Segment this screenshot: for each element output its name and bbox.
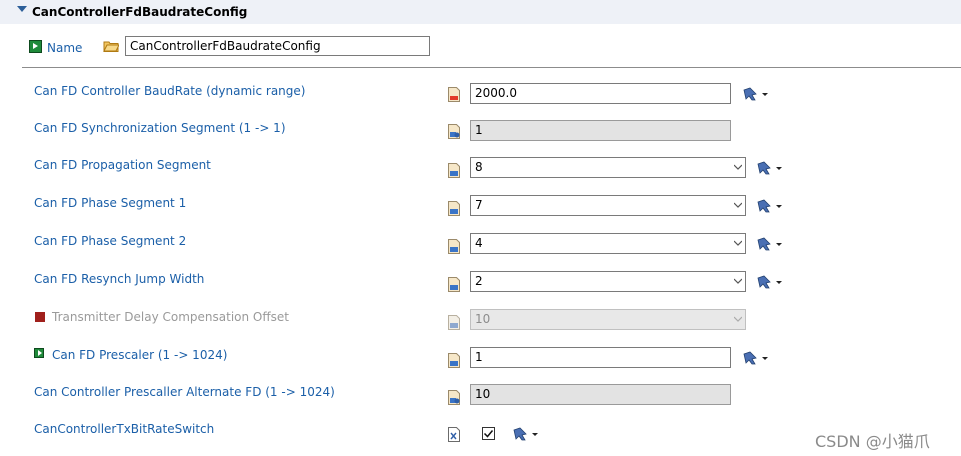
chevron-down-icon [734, 316, 742, 322]
int-param-icon [448, 201, 460, 216]
wizard-dropdown-icon[interactable] [756, 275, 782, 289]
phase-segment-2-label: Can FD Phase Segment 2 [34, 234, 187, 248]
resynch-jump-width-label: Can FD Resynch Jump Width [34, 272, 205, 286]
propagation-segment-label: Can FD Propagation Segment [34, 158, 211, 172]
disabled-param-icon [35, 312, 45, 322]
wizard-dropdown-icon[interactable] [742, 87, 768, 101]
tdc-offset-label: Transmitter Delay Compensation Offset [52, 310, 289, 324]
sync-segment-label: Can FD Synchronization Segment (1 -> 1) [34, 121, 286, 135]
prescaller-alternate-label: Can Controller Prescaller Alternate FD (… [34, 385, 335, 399]
chevron-down-icon[interactable] [734, 201, 742, 209]
prescaller-alternate-input: 10 [470, 384, 731, 405]
wizard-dropdown-icon[interactable] [756, 237, 782, 251]
collapse-arrow-icon[interactable] [17, 6, 27, 12]
bool-param-icon [448, 427, 460, 442]
chevron-down-icon[interactable] [734, 163, 742, 171]
tx-bitrate-switch-label: CanControllerTxBitRateSwitch [34, 422, 215, 436]
phase-segment-1-label: Can FD Phase Segment 1 [34, 196, 187, 210]
folder-icon[interactable] [103, 40, 119, 52]
name-param-icon [29, 40, 42, 53]
enabled-param-icon [34, 348, 44, 358]
chevron-down-icon[interactable] [734, 239, 742, 247]
chevron-down-icon[interactable] [734, 277, 742, 285]
int-param-icon [448, 353, 460, 368]
propagation-segment-combo[interactable]: 8 [470, 157, 746, 178]
name-label: Name [47, 41, 83, 55]
baudrate-label: Can FD Controller BaudRate (dynamic rang… [34, 84, 306, 98]
wizard-dropdown-icon[interactable] [742, 351, 768, 365]
divider [22, 67, 961, 68]
propagation-segment-value: 8 [475, 160, 483, 174]
wizard-dropdown-icon[interactable] [512, 427, 538, 441]
phase-segment-2-value: 4 [475, 236, 483, 250]
phase-segment-1-value: 7 [475, 198, 483, 212]
watermark: CSDN @小猫爪 [815, 432, 930, 451]
fd-prescaler-label: Can FD Prescaler (1 -> 1024) [52, 348, 228, 362]
wizard-dropdown-icon[interactable] [756, 161, 782, 175]
int-param-icon [448, 124, 460, 139]
section-title: CanControllerFdBaudrateConfig [32, 5, 248, 19]
fd-prescaler-input[interactable]: 1 [470, 347, 731, 368]
baudrate-input[interactable]: 2000.0 [470, 83, 731, 104]
float-param-icon [448, 87, 460, 102]
tx-bitrate-switch-checkbox[interactable] [482, 427, 495, 440]
resynch-jump-width-value: 2 [475, 274, 483, 288]
phase-segment-1-combo[interactable]: 7 [470, 195, 746, 216]
int-param-icon [448, 239, 460, 254]
name-input[interactable]: CanControllerFdBaudrateConfig [125, 36, 430, 56]
int-param-icon [448, 277, 460, 292]
resynch-jump-width-combo[interactable]: 2 [470, 271, 746, 292]
wizard-dropdown-icon[interactable] [756, 199, 782, 213]
int-param-icon [448, 315, 460, 330]
sync-segment-input: 1 [470, 120, 731, 141]
phase-segment-2-combo[interactable]: 4 [470, 233, 746, 254]
int-param-icon [448, 163, 460, 178]
tdc-offset-value: 10 [475, 312, 491, 326]
tdc-offset-combo: 10 [470, 309, 746, 330]
section-header[interactable]: CanControllerFdBaudrateConfig [0, 0, 961, 24]
int-param-icon [448, 390, 460, 405]
